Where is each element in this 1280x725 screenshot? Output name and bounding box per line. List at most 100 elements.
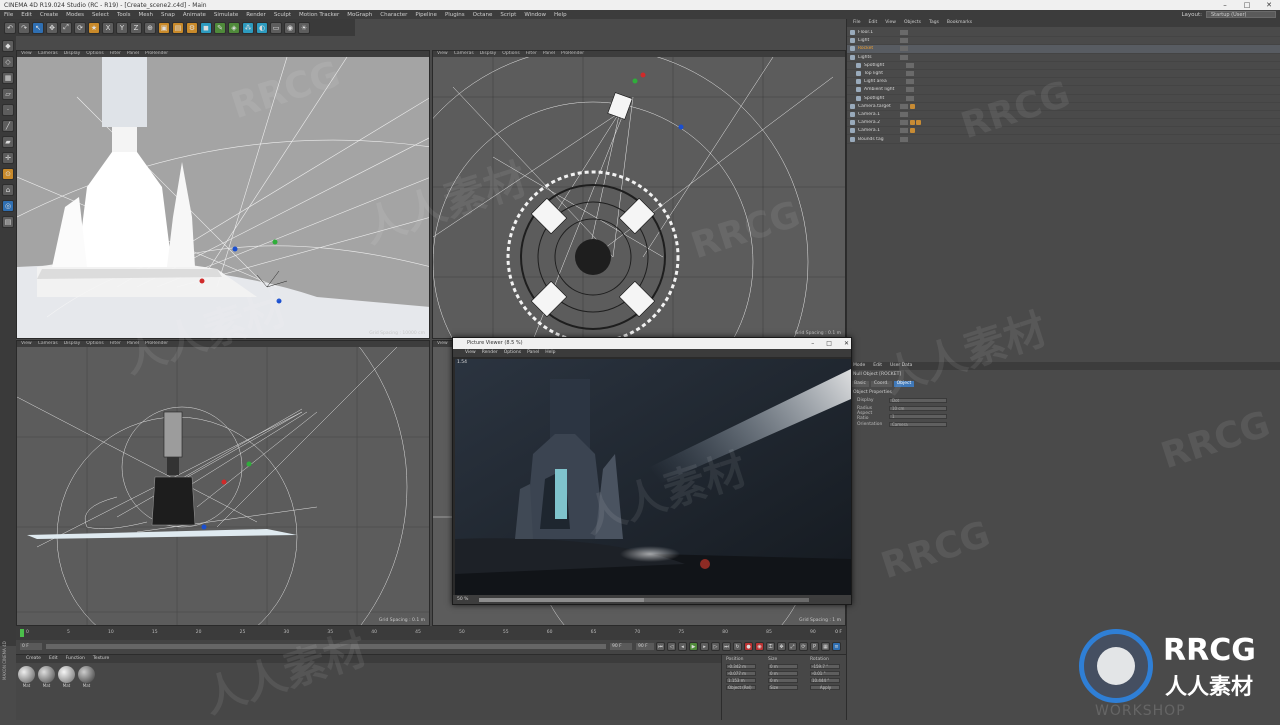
render-view-icon[interactable]: ▣ [158, 21, 170, 34]
current-frame-field[interactable]: 90 F [636, 643, 654, 650]
material-swatch[interactable]: Mat [18, 666, 35, 688]
pv-menu-view[interactable]: View [465, 349, 476, 357]
menu-window[interactable]: Window [524, 12, 546, 18]
om-menu-objects[interactable]: Objects [904, 19, 921, 27]
menu-render[interactable]: Render [246, 12, 266, 18]
workplane-icon[interactable]: ▱ [2, 88, 14, 100]
play-icon[interactable]: ▶ [689, 642, 698, 651]
render-image[interactable] [455, 359, 851, 595]
apply-button[interactable]: Apply [810, 685, 840, 690]
list-item[interactable]: Floor.1 [847, 29, 1280, 38]
scale-icon[interactable]: ⤢ [60, 21, 72, 34]
snap-icon[interactable]: ⊙ [2, 168, 14, 180]
rotation-key-icon[interactable]: ⟳ [799, 642, 808, 651]
menu-create[interactable]: Create [40, 12, 58, 18]
menu-simulate[interactable]: Simulate [214, 12, 238, 18]
visibility-toggle[interactable] [906, 79, 914, 85]
rot-h-field[interactable]: -159.7 ° [810, 664, 840, 669]
prev-frame-icon[interactable]: ◂ [678, 642, 687, 651]
edges-mode-icon[interactable]: ╱ [2, 120, 14, 132]
aspect-ratio-field[interactable]: 1 [889, 413, 947, 419]
tag-icon[interactable] [910, 128, 915, 134]
next-frame-icon[interactable]: ▸ [700, 642, 709, 651]
pla-key-icon[interactable]: ▦ [821, 642, 830, 651]
visibility-toggle[interactable] [906, 71, 914, 77]
tag-icon[interactable] [910, 120, 915, 126]
maximize-button[interactable]: □ [1236, 0, 1258, 10]
material-swatch[interactable]: Mat [78, 666, 95, 688]
tab-basic[interactable]: Basic [851, 381, 869, 387]
render-settings-icon[interactable]: ⚙ [186, 21, 198, 34]
am-menu-user-data[interactable]: User Data [890, 362, 912, 370]
zoom-slider[interactable] [479, 597, 809, 602]
pv-menu-help[interactable]: Help [545, 349, 555, 357]
camera-icon[interactable]: ◉ [284, 21, 296, 34]
radius-field[interactable]: 10 cm [889, 405, 947, 411]
visibility-toggle[interactable] [900, 54, 908, 60]
menu-sculpt[interactable]: Sculpt [274, 12, 291, 18]
list-item[interactable]: Light area [847, 78, 1280, 87]
record-icon[interactable]: ● [744, 642, 753, 651]
visibility-toggle[interactable] [900, 128, 908, 134]
menu-motion-tracker[interactable]: Motion Tracker [299, 12, 339, 18]
pv-menu-options[interactable]: Options [504, 349, 521, 357]
size-x-field[interactable]: 0 m [768, 664, 798, 669]
menu-pipeline[interactable]: Pipeline [415, 12, 437, 18]
viewport-perspective[interactable]: View Cameras Display Options Filter Pane… [16, 50, 430, 339]
redo-icon[interactable]: ↷ [18, 21, 30, 34]
list-item[interactable]: Camera.target [847, 103, 1280, 111]
list-item[interactable]: Spotlight [847, 95, 1280, 103]
list-item[interactable]: Top light [847, 70, 1280, 79]
tab-coord[interactable]: Coord. [870, 381, 892, 387]
x-axis-icon[interactable]: X [102, 21, 114, 34]
pv-menu-panel[interactable]: Panel [527, 349, 539, 357]
y-axis-icon[interactable]: Y [116, 21, 128, 34]
position-key-icon[interactable]: ✥ [777, 642, 786, 651]
pos-z-field[interactable]: 1.153 m [726, 678, 756, 683]
coord-mode-select[interactable]: Object (Rel) [726, 685, 756, 690]
menu-script[interactable]: Script [500, 12, 516, 18]
timeline-menu-icon[interactable]: ≡ [832, 642, 841, 651]
prev-key-icon[interactable]: ◁ [667, 642, 676, 651]
viewport-right[interactable]: View Cameras Display Options Filter Pane… [16, 340, 430, 626]
coordinate-system-icon[interactable]: ⊕ [144, 21, 156, 34]
om-menu-tags[interactable]: Tags [929, 19, 939, 27]
mm-menu-edit[interactable]: Edit [49, 655, 58, 663]
points-mode-icon[interactable]: · [2, 104, 14, 116]
pv-maximize-button[interactable]: □ [826, 338, 832, 349]
end-frame-field[interactable]: 90 F [610, 643, 632, 650]
menu-mesh[interactable]: Mesh [139, 12, 153, 18]
pv-close-button[interactable]: ✕ [844, 338, 849, 349]
zoom-level[interactable]: 50 % [453, 597, 479, 602]
subdivision-icon[interactable]: ◈ [228, 21, 240, 34]
menu-help[interactable]: Help [554, 12, 567, 18]
menu-snap[interactable]: Snap [161, 12, 175, 18]
scale-key-icon[interactable]: ⤢ [788, 642, 797, 651]
list-item[interactable]: Ambient light [847, 86, 1280, 95]
minimize-button[interactable]: – [1214, 0, 1236, 10]
pos-y-field[interactable]: -0.077 m [726, 671, 756, 676]
layout-select[interactable]: Startup (User) [1206, 11, 1276, 18]
recent-tools-icon[interactable]: ★ [88, 21, 100, 34]
menu-file[interactable]: File [4, 12, 13, 18]
menu-animate[interactable]: Animate [183, 12, 206, 18]
mm-menu-function[interactable]: Function [66, 655, 85, 663]
tab-object[interactable]: Object [893, 381, 915, 387]
rotate-icon[interactable]: ⟳ [74, 21, 86, 34]
menu-character[interactable]: Character [380, 12, 407, 18]
next-key-icon[interactable]: ▷ [711, 642, 720, 651]
z-axis-icon[interactable]: Z [130, 21, 142, 34]
visibility-toggle[interactable] [900, 111, 908, 117]
menu-mograph[interactable]: MoGraph [347, 12, 372, 18]
orientation-select[interactable]: Camera [889, 421, 947, 427]
array-icon[interactable]: ⁂ [242, 21, 254, 34]
menu-edit[interactable]: Edit [21, 12, 32, 18]
cube-icon[interactable]: ◼ [200, 21, 212, 34]
list-item[interactable]: Camera.1 [847, 127, 1280, 136]
material-swatch[interactable]: Mat [38, 666, 55, 688]
visibility-toggle[interactable] [906, 62, 914, 68]
visibility-toggle[interactable] [900, 30, 908, 36]
parameter-key-icon[interactable]: P [810, 642, 819, 651]
tag-icon[interactable] [916, 120, 921, 126]
display-select[interactable]: Dot [889, 397, 947, 403]
